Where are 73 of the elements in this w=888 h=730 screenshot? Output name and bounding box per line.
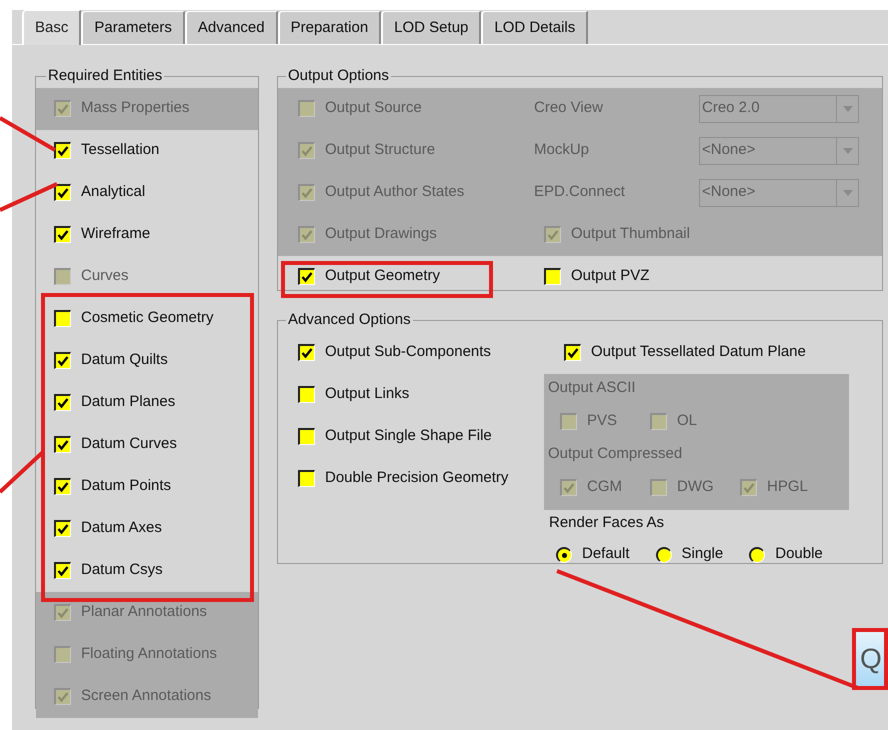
checkbox-label: Wireframe	[81, 224, 150, 244]
tab[interactable]: Preparation	[278, 11, 382, 44]
checkbox[interactable]	[54, 520, 71, 537]
checkbox-label: Datum Curves	[81, 434, 177, 454]
checkbox-label: Output Links	[325, 384, 410, 404]
checkbox-label: Mass Properties	[81, 98, 190, 118]
checkbox-label: Output PVZ	[571, 266, 650, 286]
checkbox-label: CGM	[587, 477, 622, 498]
checkbox-label: Output Sub-Components	[325, 342, 491, 362]
annotation-line	[0, 182, 58, 212]
checkbox[interactable]	[54, 478, 71, 495]
checkbox-label: Cosmetic Geometry	[81, 308, 214, 328]
checkbox[interactable]	[544, 268, 561, 285]
group-title: Advanced Options	[287, 310, 412, 330]
checkbox-label: Output Thumbnail	[571, 224, 690, 244]
checkbox-label: Analytical	[81, 182, 146, 202]
group-title: Output Options	[287, 66, 390, 86]
annotation-line	[0, 116, 56, 152]
checkbox[interactable]	[54, 436, 71, 453]
radio-button[interactable]	[656, 546, 672, 562]
checkbox[interactable]	[54, 562, 71, 579]
radio-button[interactable]	[556, 546, 572, 562]
tab[interactable]: LOD Setup	[381, 11, 482, 44]
checkbox[interactable]	[298, 428, 315, 445]
checkbox-label: Output Drawings	[325, 224, 437, 244]
checkbox[interactable]	[298, 470, 315, 487]
checkbox-label: OL	[677, 411, 698, 432]
checkbox-label: PVS	[587, 411, 618, 432]
radio-label: Single	[682, 544, 724, 564]
checkbox-label: Output Geometry	[325, 266, 440, 286]
tab[interactable]: LOD Details	[481, 11, 588, 44]
field-label: Creo View	[534, 98, 604, 118]
tab[interactable]: Parameters	[81, 11, 185, 44]
checkbox-label: DWG	[677, 477, 714, 498]
checkbox-label: HPGL	[767, 477, 808, 498]
checkbox-label: Datum Points	[81, 476, 172, 496]
field-label: EPD.Connect	[534, 182, 626, 202]
checkbox[interactable]	[54, 226, 71, 243]
field-label: MockUp	[534, 140, 590, 160]
checkbox-label: Output Tessellated Datum Plane	[591, 342, 806, 362]
checkbox[interactable]	[298, 268, 315, 285]
checkbox-label: Output Author States	[325, 182, 464, 202]
checkbox-label: Datum Csys	[81, 560, 163, 580]
checkbox-label: Datum Planes	[81, 392, 176, 412]
checkbox[interactable]	[564, 344, 581, 361]
checkbox-label: Screen Annotations	[81, 686, 212, 706]
checkbox[interactable]	[298, 386, 315, 403]
checkbox[interactable]	[54, 310, 71, 327]
tab[interactable]: Basc	[22, 10, 82, 45]
checkbox-label: Output Source	[325, 98, 422, 118]
checkbox-label: Output Structure	[325, 140, 436, 160]
checkbox-label: Planar Annotations	[81, 602, 207, 622]
radio-label: Double	[775, 544, 823, 564]
checkbox-label: Tessellation	[81, 140, 160, 160]
checkbox-label: Floating Annotations	[81, 644, 217, 664]
checkbox-label: Datum Quilts	[81, 350, 168, 370]
checkbox[interactable]	[54, 142, 71, 159]
checkbox-label: Output Single Shape File	[325, 426, 492, 446]
checkbox[interactable]	[298, 344, 315, 361]
checkbox-label: Curves	[81, 266, 129, 286]
radio-label: Default	[582, 544, 630, 564]
partial-button[interactable]: Q	[852, 628, 888, 690]
checkbox[interactable]	[54, 352, 71, 369]
section-label: Render Faces As	[548, 513, 666, 534]
group-title: Output ASCII	[548, 378, 637, 398]
checkbox-label: Datum Axes	[81, 518, 162, 538]
tab[interactable]: Advanced	[184, 11, 278, 44]
checkbox-label: Double Precision Geometry	[325, 468, 508, 488]
group-title: Required Entities	[47, 66, 164, 86]
radio-button[interactable]	[749, 546, 766, 562]
checkbox[interactable]	[54, 184, 71, 201]
group-title: Output Compressed	[548, 444, 684, 464]
checkbox[interactable]	[54, 394, 71, 411]
